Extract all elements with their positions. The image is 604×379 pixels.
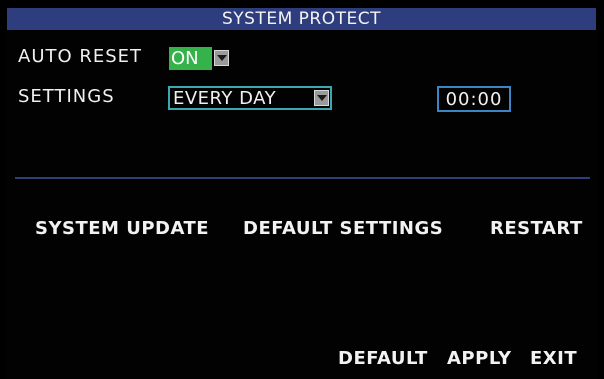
divider [15, 177, 590, 179]
settings-label: SETTINGS [18, 86, 115, 107]
apply-button[interactable]: APPLY [447, 348, 512, 369]
restart-button[interactable]: RESTART [490, 218, 583, 239]
schedule-value[interactable]: EVERY DAY [170, 88, 312, 109]
title-bar: SYSTEM PROTECT [7, 8, 596, 30]
exit-button[interactable]: EXIT [530, 348, 577, 369]
chevron-down-icon [316, 95, 327, 101]
chevron-down-icon [216, 55, 227, 61]
default-button[interactable]: DEFAULT [338, 348, 428, 369]
system-update-button[interactable]: SYSTEM UPDATE [35, 218, 209, 239]
system-protect-screen: SYSTEM PROTECT AUTO RESET ON SETTINGS EV… [0, 0, 604, 379]
default-settings-button[interactable]: DEFAULT SETTINGS [243, 218, 443, 239]
auto-reset-dropdown-button[interactable] [214, 50, 229, 66]
page-title: SYSTEM PROTECT [222, 9, 381, 29]
schedule-dropdown[interactable]: EVERY DAY [168, 86, 332, 110]
auto-reset-label: AUTO RESET [18, 46, 143, 67]
reset-time-field[interactable]: 00:00 [437, 86, 511, 112]
auto-reset-value[interactable]: ON [169, 47, 212, 70]
schedule-dropdown-button[interactable] [314, 90, 329, 106]
auto-reset-dropdown[interactable]: ON [169, 47, 229, 70]
